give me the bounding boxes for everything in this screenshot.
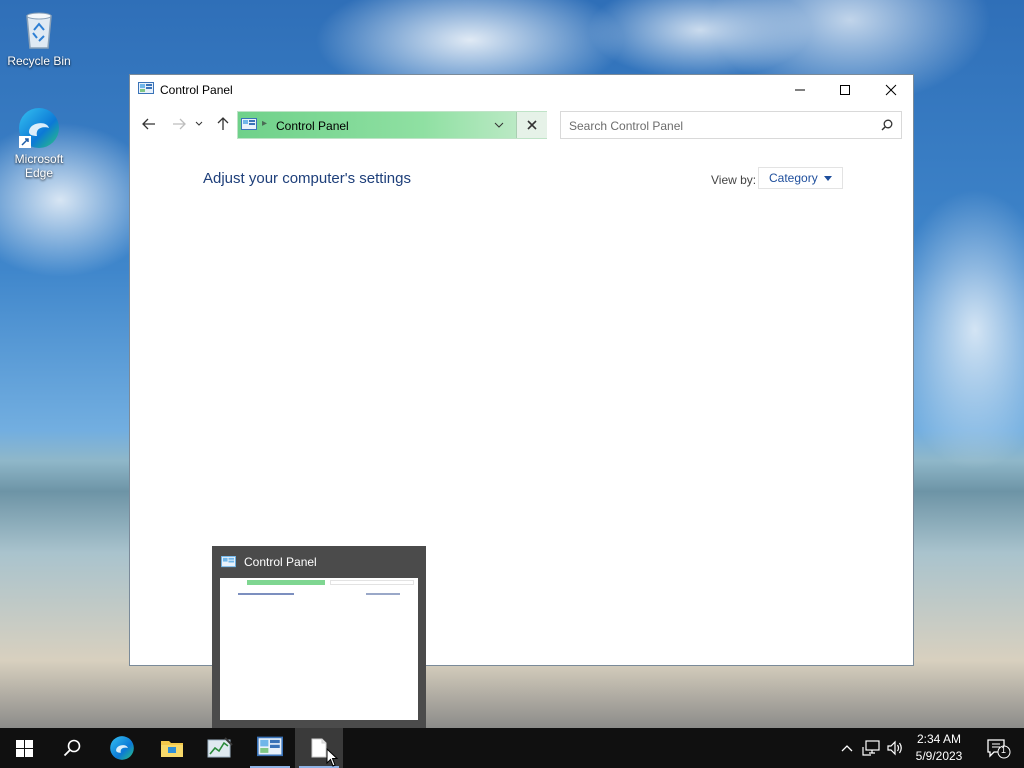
back-arrow-icon [142, 118, 155, 130]
chevron-down-icon [195, 121, 203, 126]
navigation-bar: ▸ Control Panel Search Control Panel [130, 109, 913, 141]
desktop-icon-recycle-bin[interactable]: Recycle Bin [3, 8, 75, 68]
control-panel-icon [241, 118, 257, 130]
desktop-icon-label: Microsoft Edge [14, 152, 64, 180]
recycle-bin-icon [17, 8, 61, 52]
windows-start-icon [15, 739, 33, 757]
speaker-icon [887, 740, 902, 756]
taskbar-thumbnail-preview[interactable]: Control Panel [212, 546, 426, 728]
task-manager-icon [207, 737, 233, 758]
preview-title: Control Panel [244, 555, 317, 569]
forward-arrow-icon [173, 118, 186, 130]
title-bar[interactable]: Control Panel [130, 75, 913, 105]
taskbar-edge[interactable] [98, 728, 146, 768]
breadcrumb-control-panel[interactable]: Control Panel [276, 119, 349, 133]
clear-address-button[interactable] [516, 112, 547, 138]
clock-date: 5/9/2023 [915, 749, 963, 763]
notification-icon [987, 739, 1011, 759]
address-dropdown-icon[interactable] [494, 118, 504, 132]
caret-down-icon [823, 175, 832, 181]
desktop-icon-edge[interactable]: Microsoft Edge [3, 106, 75, 180]
window-title: Control Panel [160, 83, 233, 97]
search-icon [63, 739, 81, 757]
document-icon [311, 738, 327, 758]
view-by-value: Category [769, 171, 818, 185]
mouse-cursor-icon [326, 748, 339, 767]
network-button[interactable] [860, 728, 882, 768]
show-hidden-icons-button[interactable] [838, 728, 856, 768]
volume-button[interactable] [884, 728, 906, 768]
taskbar: 2:34 AM 5/9/2023 1 [0, 728, 1024, 768]
close-button[interactable] [868, 75, 914, 105]
thumbnail-heading [238, 593, 294, 595]
minimize-icon [795, 89, 805, 91]
breadcrumb-chevron-icon: ▸ [262, 118, 268, 129]
maximize-button[interactable] [822, 75, 868, 105]
notification-count: 1 [1001, 745, 1007, 755]
up-arrow-icon [217, 117, 229, 130]
back-button[interactable] [138, 113, 160, 135]
view-by-label: View by: [711, 173, 757, 187]
clock-time: 2:34 AM [916, 732, 962, 746]
view-by-dropdown[interactable]: Category [758, 167, 843, 189]
edge-icon [110, 736, 134, 760]
page-heading: Adjust your computer's settings [203, 170, 411, 187]
chevron-up-icon [841, 745, 853, 752]
control-panel-icon [138, 82, 154, 94]
search-box[interactable]: Search Control Panel [560, 111, 902, 139]
action-center-button[interactable]: 1 [978, 728, 1018, 768]
network-icon [862, 740, 880, 756]
control-panel-icon [221, 556, 236, 568]
close-icon [527, 120, 537, 130]
search-input[interactable]: Search Control Panel [569, 119, 683, 133]
thumbnail-address-bar [247, 580, 325, 585]
taskbar-control-panel[interactable] [246, 728, 294, 768]
forward-button[interactable] [168, 113, 190, 135]
maximize-icon [840, 85, 850, 95]
up-button[interactable] [212, 113, 234, 135]
taskbar-file-explorer[interactable] [148, 728, 196, 768]
thumbnail-search-box [330, 580, 414, 585]
recent-locations-button[interactable] [192, 113, 206, 135]
preview-thumbnail[interactable] [220, 578, 418, 720]
start-button[interactable] [0, 728, 48, 768]
minimize-button[interactable] [777, 75, 823, 105]
close-icon [885, 84, 897, 96]
address-bar[interactable]: ▸ Control Panel [237, 111, 547, 139]
taskbar-search-button[interactable] [48, 728, 96, 768]
search-icon [881, 119, 893, 131]
desktop-icon-label: Recycle Bin [7, 54, 71, 68]
control-panel-icon [257, 736, 283, 757]
taskbar-task-manager[interactable] [196, 728, 244, 768]
folder-icon [161, 741, 183, 757]
edge-icon [17, 106, 61, 150]
clock[interactable]: 2:34 AM 5/9/2023 [906, 731, 972, 765]
thumbnail-view-by [366, 593, 400, 595]
